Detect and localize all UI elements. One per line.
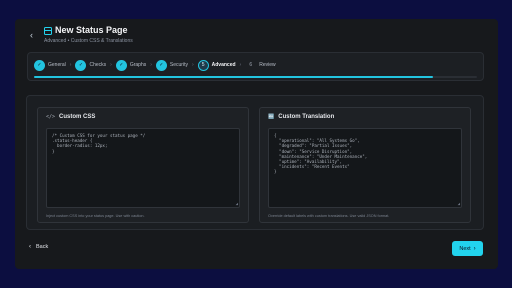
page-title: New Status Page bbox=[55, 25, 128, 35]
check-icon: ✓ bbox=[34, 59, 45, 71]
progress-fill bbox=[34, 76, 433, 78]
advanced-settings: </> Custom CSS /* Custom CSS for your st… bbox=[26, 95, 484, 230]
next-button[interactable]: Next › bbox=[452, 241, 483, 256]
chevron-right-icon: › bbox=[191, 62, 194, 68]
custom-css-header: </> Custom CSS bbox=[46, 114, 95, 120]
wizard-panel: ‹ New Status Page Advanced • Custom CSS … bbox=[15, 19, 498, 269]
resize-handle-icon[interactable]: ◢ bbox=[458, 201, 460, 206]
progress-bar bbox=[34, 76, 477, 78]
chevron-right-icon: › bbox=[239, 62, 242, 68]
step-review[interactable]: 6 Review bbox=[245, 60, 275, 71]
custom-translation-title: Custom Translation bbox=[278, 114, 335, 120]
step-label: General bbox=[48, 62, 66, 68]
step-list: ✓ General › ✓ Checks › ✓ Graphs › ✓ Security › 5 Adva… bbox=[34, 59, 276, 71]
check-icon: ✓ bbox=[155, 59, 167, 71]
chevron-right-icon: › bbox=[473, 245, 476, 252]
page-subtitle: Advanced • Custom CSS & Translations bbox=[44, 38, 133, 44]
step-security[interactable]: ✓ Security bbox=[155, 59, 188, 71]
custom-css-title: Custom CSS bbox=[59, 114, 96, 120]
custom-translation-card: 🔤 Custom Translation { "operational": "A… bbox=[259, 107, 471, 223]
step-number: 6 bbox=[249, 62, 253, 68]
step-number: 5 bbox=[197, 59, 209, 71]
chevron-right-icon: › bbox=[69, 62, 72, 68]
next-button-label: Next bbox=[459, 245, 471, 252]
back-button[interactable]: ‹ Back bbox=[29, 244, 48, 250]
step-general[interactable]: ✓ General bbox=[34, 59, 66, 71]
back-button-label: Back bbox=[36, 244, 49, 250]
custom-css-code: /* Custom CSS for your status page */ .s… bbox=[52, 133, 146, 154]
code-icon: </> bbox=[46, 114, 56, 120]
step-label: Advanced bbox=[211, 62, 236, 68]
step-label: Checks bbox=[89, 62, 107, 68]
step-graphs[interactable]: ✓ Graphs bbox=[115, 59, 147, 71]
step-label: Graphs bbox=[129, 62, 147, 68]
check-icon: ✓ bbox=[115, 59, 127, 71]
custom-css-editor[interactable]: /* Custom CSS for your status page */ .s… bbox=[46, 128, 240, 208]
step-label: Security bbox=[169, 62, 188, 68]
resize-handle-icon[interactable]: ◢ bbox=[236, 201, 238, 206]
chevron-left-icon: ‹ bbox=[29, 244, 31, 250]
window-icon bbox=[44, 27, 52, 35]
step-label: Review bbox=[259, 62, 276, 68]
chevron-right-icon: › bbox=[110, 62, 112, 68]
back-chevron-icon[interactable]: ‹ bbox=[30, 30, 33, 40]
custom-translation-code: { "operational": "All Systems Go", "degr… bbox=[274, 133, 368, 175]
custom-translation-hint: Override default labels with custom tran… bbox=[268, 214, 390, 218]
custom-css-card: </> Custom CSS /* Custom CSS for your st… bbox=[37, 107, 249, 223]
chevron-right-icon: › bbox=[150, 62, 152, 68]
custom-css-hint: Inject custom CSS into your status page.… bbox=[46, 214, 145, 218]
step-advanced[interactable]: 5 Advanced bbox=[197, 59, 236, 71]
check-icon: ✓ bbox=[75, 59, 87, 71]
wizard-stepper: ✓ General › ✓ Checks › ✓ Graphs › ✓ Security › 5 Adva… bbox=[27, 52, 484, 81]
step-checks[interactable]: ✓ Checks bbox=[75, 59, 107, 71]
custom-translation-header: 🔤 Custom Translation bbox=[268, 114, 334, 120]
custom-translation-editor[interactable]: { "operational": "All Systems Go", "degr… bbox=[268, 128, 462, 208]
translate-icon: 🔤 bbox=[268, 114, 275, 120]
